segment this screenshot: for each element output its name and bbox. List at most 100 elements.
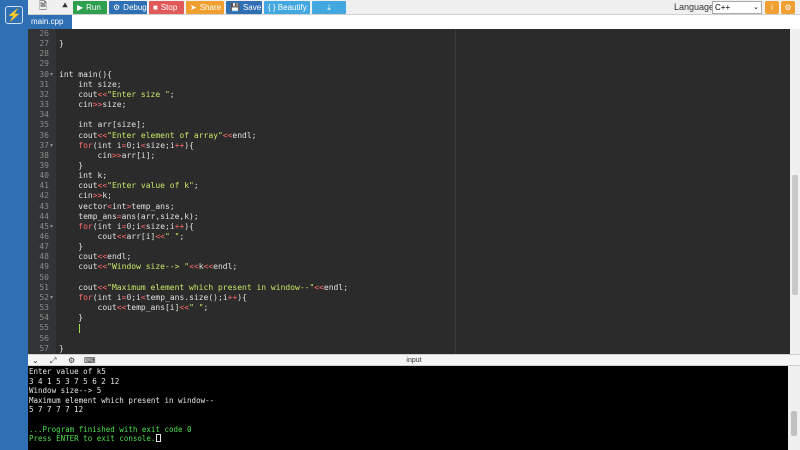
code-line: cin>>size; (59, 100, 127, 110)
line-number: 37 (39, 140, 49, 150)
console-line: 3 4 1 5 3 7 5 6 2 12 (29, 376, 120, 386)
language-select[interactable]: C++ ⌄ (712, 1, 762, 14)
code-line: } (59, 160, 84, 170)
text-cursor (79, 324, 80, 334)
print-margin-line (455, 29, 456, 354)
line-number: 45 (39, 221, 49, 231)
line-number: 28 (39, 49, 49, 59)
line-number: 48 (39, 252, 49, 262)
share-label: Share (199, 3, 222, 12)
line-number: 49 (39, 262, 49, 272)
line-number: 57 (39, 343, 49, 353)
share-icon: ➤ (190, 3, 197, 12)
info-icon[interactable]: i (765, 1, 779, 14)
line-number: 40 (39, 171, 49, 181)
console-line: Enter value of k5 (29, 367, 106, 376)
fold-arrow-icon[interactable]: ▾ (50, 142, 53, 149)
console-scrollbar[interactable] (788, 366, 800, 450)
share-button[interactable]: ➤ Share (186, 1, 224, 14)
debug-icon: ⚙ (113, 3, 121, 12)
console-line: 5 7 7 7 7 12 (29, 405, 84, 415)
code-line: cin>>k; (59, 191, 112, 201)
file-tab-bar: main.cpp (28, 15, 800, 29)
line-number: 30 (39, 69, 49, 79)
code-line: cout<<"Enter size "; (59, 89, 175, 99)
line-number-gutter: 26 27 28 29 30 ▾ 31 32 33 34 35 36 37 ▾ 38 39 40 41 42 43 44… (28, 29, 56, 354)
debug-label: Debug (123, 3, 147, 12)
run-button[interactable]: ▶ Run (73, 1, 107, 14)
download-button[interactable]: ⤓ (312, 1, 346, 14)
code-line: int size; (59, 79, 122, 89)
debug-button[interactable]: ⚙ Debug (109, 1, 147, 14)
left-rail: ⚡ (0, 0, 28, 450)
new-file-icon[interactable]: 🗎 (32, 0, 54, 14)
line-number: 46 (39, 232, 49, 241)
file-tab-main-cpp[interactable]: main.cpp (28, 15, 72, 29)
line-number: 26 (39, 29, 49, 38)
fold-arrow-icon[interactable]: ▾ (50, 294, 53, 301)
editor-scrollbar[interactable] (790, 29, 800, 354)
code-line: cout<<"Enter element of array"<<endl; (59, 130, 257, 140)
line-number: 54 (39, 313, 49, 323)
line-number: 42 (39, 191, 49, 201)
chevron-down-icon: ⌄ (753, 4, 759, 11)
settings-gear-icon[interactable]: ⚙ (781, 1, 795, 14)
run-label: Run (86, 3, 101, 12)
code-line: for(int i=0;i<temp_ans.size();i++){ (78, 292, 247, 302)
beautify-button[interactable]: { } Beautify (264, 1, 310, 14)
lightning-logo-icon[interactable]: ⚡ (5, 6, 23, 24)
code-line: cout<<endl; (59, 252, 132, 262)
code-line: } (59, 242, 84, 252)
line-number: 31 (39, 79, 49, 89)
fold-arrow-icon[interactable]: ▾ (50, 223, 53, 230)
line-number: 33 (39, 100, 49, 110)
toolbar: 🗎 ⯅ ⬆ ▶Run ⚙Debug ■Stop ➤Share 💾Save { }… (28, 0, 800, 15)
line-number: 50 (39, 272, 49, 282)
editor-scrollbar-thumb[interactable] (792, 175, 798, 295)
io-panel-bar: ⌄ ⤢ ⚙ ⌨ input (28, 354, 800, 366)
line-number: 56 (39, 333, 49, 343)
console-line: Window size--> 5 (29, 386, 102, 396)
code-line: cout<<"Maximum element which present in … (59, 282, 349, 292)
console-scrollbar-thumb[interactable] (791, 411, 797, 436)
line-number: 44 (39, 211, 49, 221)
stop-button[interactable]: ■ Stop (149, 1, 184, 14)
code-line: temp_ans=ans(arr,size,k); (59, 211, 199, 221)
line-number: 55 (39, 323, 49, 333)
line-number: 53 (39, 303, 49, 313)
stop-label: Stop (160, 3, 178, 12)
line-number: 27 (39, 39, 49, 49)
console-output[interactable]: Enter value of k5 3 4 1 5 3 7 5 6 2 12 Win… (28, 366, 788, 450)
code-line: } (59, 39, 64, 49)
play-icon: ▶ (77, 3, 84, 12)
line-number: 38 (39, 150, 49, 160)
code-line: cout<<"Enter value of k"; (59, 181, 199, 191)
io-panel-title: input (406, 357, 422, 364)
code-line: cin>>arr[i]; (59, 150, 156, 160)
line-number: 32 (39, 89, 49, 99)
line-number: 39 (39, 160, 49, 170)
console-cursor (156, 434, 162, 443)
code-line: cout<<temp_ans[i]<<" "; (59, 303, 209, 313)
line-number: 47 (39, 242, 49, 252)
console-line: ...Program finished with exit code 0 (29, 424, 192, 434)
code-line: int arr[size]; (59, 120, 146, 130)
line-number: 36 (39, 130, 49, 140)
save-icon: 💾 (230, 3, 240, 12)
beautify-label: { } Beautify (268, 3, 307, 12)
code-line: for(int i=0;i<size;i++){ (78, 221, 194, 231)
fold-arrow-icon[interactable]: ▾ (50, 71, 53, 78)
save-button[interactable]: 💾 Save (226, 1, 262, 14)
code-line: } (59, 343, 64, 353)
line-number: 52 (39, 292, 49, 302)
download-icon: ⤓ (327, 3, 331, 12)
code-line: cout<<"Window size--> "<<k<<endl; (59, 262, 238, 272)
line-number: 43 (39, 201, 49, 211)
code-line: int k; (59, 171, 108, 181)
code-line: vector<int>temp_ans; (59, 201, 175, 211)
stop-icon: ■ (153, 3, 158, 12)
code-editor[interactable]: 26 27 28 29 30 ▾ 31 32 33 34 35 36 37 ▾ 38 39 40 41 42 43 44… (28, 29, 790, 354)
language-label: Language (674, 2, 715, 12)
line-number: 35 (39, 120, 49, 130)
